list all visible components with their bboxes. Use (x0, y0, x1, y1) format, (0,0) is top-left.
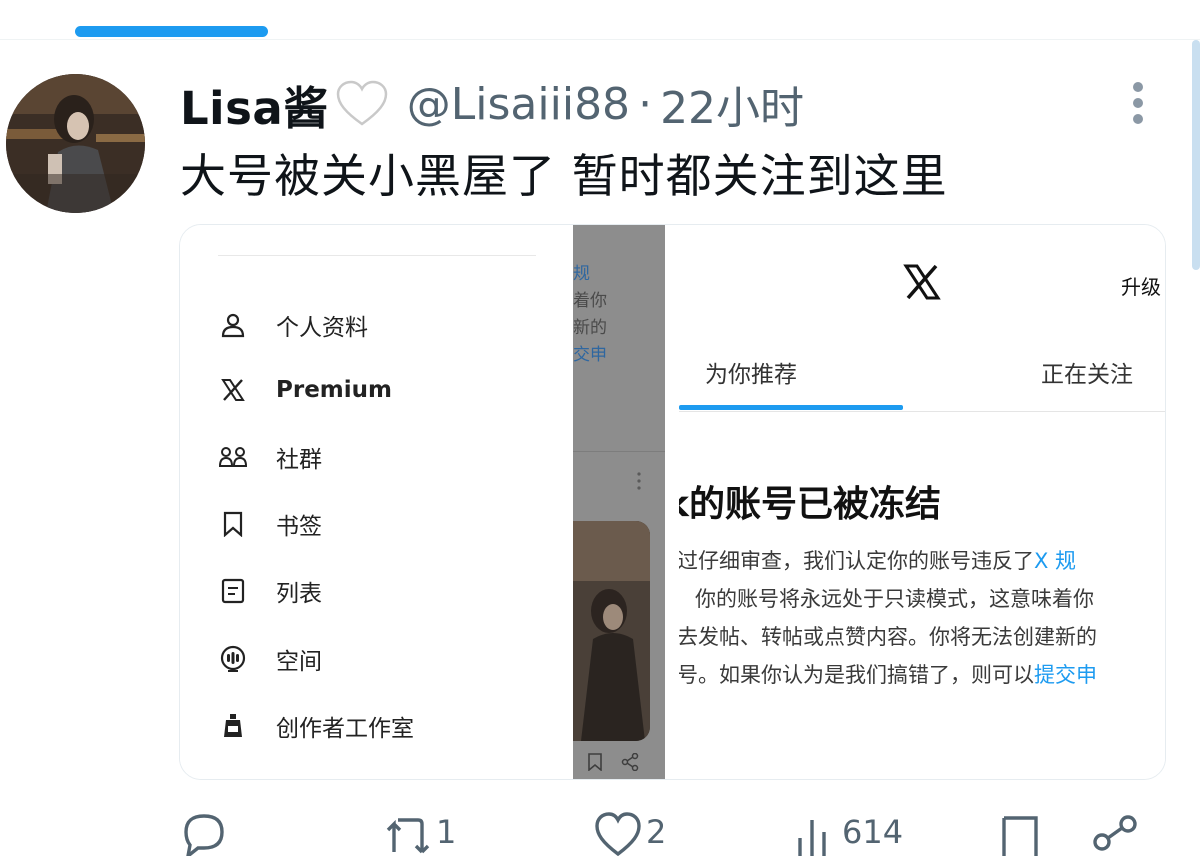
retweet-button[interactable]: 1 (384, 812, 456, 856)
tab-for-you[interactable]: 为你推荐 (705, 355, 797, 389)
spaces-icon (218, 644, 248, 674)
menu-item-creator-studio[interactable]: 创作者工作室 (218, 706, 414, 746)
dimmed-photo (573, 521, 650, 741)
dim-text: 着你 (573, 291, 607, 311)
retweet-count: 1 (436, 813, 457, 851)
share-icon (1093, 815, 1137, 851)
x-logo-icon (903, 264, 941, 300)
tweet-text: 大号被关小黑屋了 暂时都关注到这里 (180, 149, 948, 203)
active-tab-indicator (679, 405, 903, 410)
communities-icon (218, 442, 248, 472)
reply-button[interactable] (180, 812, 232, 856)
reply-icon (184, 814, 224, 856)
person-icon (218, 310, 248, 340)
header-divider (0, 39, 1200, 40)
tweet-timestamp[interactable]: 22小时 (660, 72, 804, 136)
bookmark-icon (588, 753, 602, 771)
menu-item-label: 书签 (276, 514, 322, 540)
dim-divider (573, 451, 665, 452)
bookmark-button[interactable] (998, 812, 1046, 856)
bookmark-icon (218, 509, 248, 539)
like-count: 2 (646, 813, 667, 851)
bookmark-icon (1002, 816, 1038, 856)
white-heart-icon (336, 80, 388, 126)
list-icon (218, 576, 248, 606)
more-options-icon (637, 472, 641, 490)
appeal-link[interactable]: 提交申 (1034, 663, 1097, 687)
rules-link[interactable]: X 规 (1034, 549, 1076, 573)
menu-item-label: 个人资料 (276, 315, 368, 341)
menu-item-label: 列表 (276, 581, 322, 607)
dimmed-overlay: 规 着你 新的 交申 (573, 225, 665, 779)
menu-item-label: Premium (276, 377, 392, 403)
views-count: 614 (842, 813, 904, 851)
frozen-notice-panel: 升级 为你推荐 正在关注 k的账号已被冻结 过仔细审查，我们认定你的账号违反了X… (679, 225, 1165, 779)
notice-line-1: 过仔细审查，我们认定你的账号违反了X 规 (679, 549, 1077, 573)
share-icon (621, 753, 639, 771)
x-logo-icon (218, 375, 248, 405)
more-options-icon[interactable] (1126, 80, 1150, 126)
like-button[interactable]: 2 (594, 812, 666, 856)
avatar[interactable] (6, 74, 145, 213)
dim-text: 规 (573, 264, 590, 284)
scrollbar[interactable] (1192, 40, 1200, 270)
notice-line-4: 号。如果你认为是我们搞错了，则可以提交申 (679, 663, 1097, 687)
creator-studio-icon (218, 711, 248, 741)
avatar-photo (6, 74, 145, 213)
menu-item-bookmarks[interactable]: 书签 (218, 504, 322, 544)
panel-gap (665, 225, 679, 779)
views-chart-icon (798, 820, 826, 856)
menu-item-profile[interactable]: 个人资料 (218, 305, 368, 345)
like-heart-icon (595, 812, 641, 856)
share-button[interactable] (1090, 812, 1138, 856)
tab-indicator (75, 26, 268, 37)
dim-text: 交申 (573, 345, 607, 365)
menu-item-label: 社群 (276, 447, 322, 473)
menu-item-lists[interactable]: 列表 (218, 571, 322, 611)
tab-following[interactable]: 正在关注 (1041, 355, 1133, 389)
tabs-divider (679, 411, 1165, 412)
tweet-action-bar: 1 2 614 (0, 812, 1200, 856)
menu-item-label: 空间 (276, 649, 322, 675)
menu-item-premium[interactable]: Premium (218, 370, 392, 410)
menu-item-spaces[interactable]: 空间 (218, 639, 322, 679)
separator-dot: · (638, 78, 653, 130)
dim-text: 新的 (573, 318, 607, 338)
menu-divider (218, 255, 536, 256)
views-button[interactable]: 614 (790, 812, 903, 856)
tweet-header: Lisa酱 @Lisaiii88 · 22小时 (180, 72, 804, 137)
notice-line-2: 你的账号将永远处于只读模式，这意味着你 (695, 587, 1094, 611)
menu-item-communities[interactable]: 社群 (218, 437, 322, 477)
dim-actions (587, 753, 639, 771)
side-menu-panel: 个人资料 Premium 社群 书签 列表 空间 创作者工作室 (180, 225, 573, 779)
retweet-icon (386, 818, 430, 854)
user-handle[interactable]: @Lisaiii88 (407, 79, 630, 130)
menu-item-label: 创作者工作室 (276, 716, 414, 742)
frozen-account-title: k的账号已被冻结 (679, 484, 941, 525)
tweet-media-image[interactable]: 个人资料 Premium 社群 书签 列表 空间 创作者工作室 规 着你 新的 … (179, 224, 1166, 780)
upgrade-button[interactable]: 升级 (1121, 271, 1161, 300)
notice-line-3: 去发帖、转帖或点赞内容。你将无法创建新的 (679, 625, 1097, 649)
display-name[interactable]: Lisa酱 (180, 72, 329, 137)
